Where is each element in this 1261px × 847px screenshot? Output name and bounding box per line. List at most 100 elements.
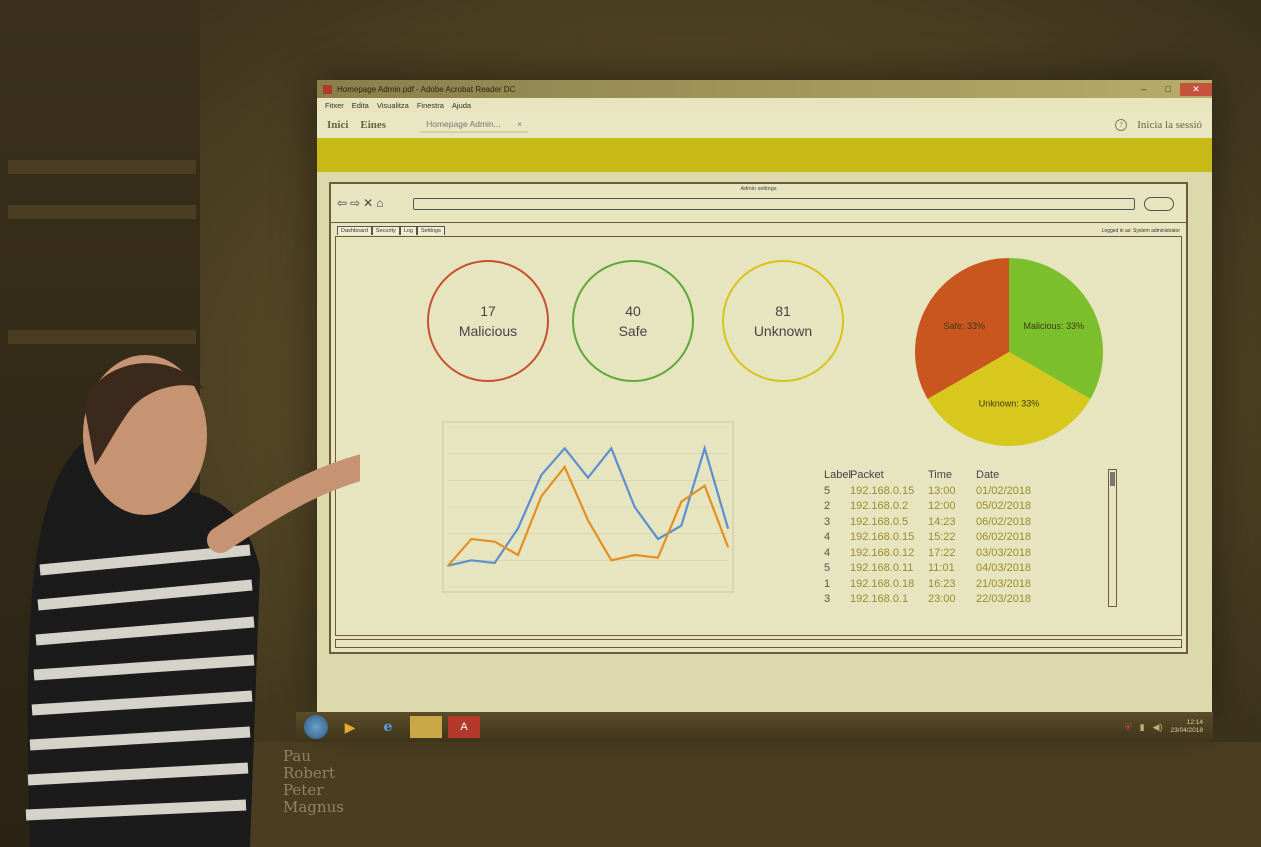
shelf bbox=[8, 160, 196, 174]
column-header: Time bbox=[928, 469, 953, 481]
table-cell: 192.168.0.15 bbox=[850, 484, 915, 497]
logged-in-label: Logged in as: System administrator bbox=[1101, 228, 1180, 234]
table-cell: 3 bbox=[824, 593, 831, 605]
pie-slice-label: Safe: 33% bbox=[943, 321, 985, 331]
stat-safe: 40 Safe bbox=[572, 260, 694, 382]
ie-icon[interactable]: e bbox=[372, 716, 404, 738]
clock-date: 23/04/2018 bbox=[1170, 727, 1203, 734]
wireframe-tab-dashboard: Dashboard bbox=[337, 226, 372, 235]
scrollbar-thumb[interactable] bbox=[1110, 472, 1115, 486]
table-cell: 192.168.0.18 bbox=[850, 577, 915, 590]
wireframe-tabs: Dashboard Security Log Settings bbox=[337, 226, 445, 235]
table-cell: 192.168.0.15 bbox=[850, 531, 915, 543]
maximize-button[interactable]: □ bbox=[1156, 83, 1180, 96]
folder-icon[interactable] bbox=[410, 716, 442, 738]
pie-chart: Malicious: 33% Unknown: 33% Safe: 33% bbox=[915, 258, 1103, 446]
table-row: 5 192.168.0.15 13:00 01/02/2018 bbox=[824, 484, 1056, 500]
table-row: 1 192.168.0.18 16:23 21/03/2018 bbox=[824, 577, 1056, 593]
stat-malicious: 17 Malicious bbox=[427, 260, 549, 382]
clock-time: 12:14 bbox=[1186, 719, 1203, 726]
menu-item-fitxer[interactable]: Fitxer bbox=[325, 101, 344, 110]
wireframe-title: Admin settings bbox=[740, 186, 777, 192]
data-point bbox=[493, 562, 496, 564]
table-cell: 15:22 bbox=[928, 531, 956, 543]
acrobat-icon[interactable]: A bbox=[448, 716, 480, 738]
forward-icon: ⇨ bbox=[350, 196, 361, 210]
table-row: 3 192.168.0.5 14:23 06/02/2018 bbox=[824, 515, 1056, 531]
stat-label: Unknown bbox=[753, 323, 813, 339]
table-cell: 01/02/2018 bbox=[976, 484, 1032, 497]
menu-bar: Fitxer Edita Visualitza Finestra Ajuda bbox=[317, 98, 1212, 112]
volume-icon[interactable]: ◀) bbox=[1153, 722, 1163, 733]
data-point bbox=[633, 554, 636, 556]
data-point bbox=[517, 527, 519, 530]
wireframe-tab-log: Log bbox=[399, 226, 417, 235]
table-header: Label Packet Time Date bbox=[824, 468, 1056, 484]
menu-item-visualitza[interactable]: Visualitza bbox=[377, 101, 409, 110]
help-icon[interactable]: ? bbox=[1115, 119, 1128, 131]
wireframe-url-bar bbox=[413, 198, 1135, 210]
table-cell: 5 bbox=[824, 484, 831, 497]
stat-label: Malicious bbox=[458, 323, 518, 339]
stat-value: 17 bbox=[480, 303, 496, 319]
line-chart bbox=[442, 421, 734, 593]
data-point bbox=[563, 447, 566, 450]
pie-slice-label: Malicious: 33% bbox=[1024, 321, 1085, 331]
table-cell: 4 bbox=[824, 531, 831, 543]
pdf-banner bbox=[317, 138, 1212, 172]
table-cell: 13:00 bbox=[928, 484, 956, 497]
table-cell: 192.168.0.5 bbox=[850, 515, 909, 528]
data-point bbox=[703, 484, 706, 487]
table-cell: 2 bbox=[824, 500, 831, 512]
data-point bbox=[727, 546, 729, 548]
data-point bbox=[470, 538, 473, 540]
app-toolbar: Inici Eines Homepage Admin... × ? Inicia… bbox=[317, 112, 1212, 138]
column-header: Packet bbox=[850, 469, 884, 481]
wireframe-tab-security: Security bbox=[371, 226, 400, 235]
data-point bbox=[563, 466, 566, 468]
presenter-person bbox=[25, 355, 360, 847]
minimize-button[interactable]: – bbox=[1132, 83, 1156, 96]
table-row: 3 192.168.0.1 23:00 22/03/2018 bbox=[824, 592, 1056, 608]
table-cell: 23:00 bbox=[928, 593, 956, 605]
signin-link[interactable]: Inicia la sessió bbox=[1137, 119, 1202, 131]
home-icon: ⌂ bbox=[376, 196, 384, 210]
clock[interactable]: 12:14 23/04/2018 bbox=[1170, 719, 1203, 735]
close-button[interactable]: ✕ bbox=[1180, 82, 1212, 96]
data-point bbox=[657, 556, 659, 559]
data-point bbox=[680, 524, 683, 527]
close-icon: ✕ bbox=[363, 196, 374, 210]
windows-taskbar: ▶ e A ⛨ ▮ ◀) 12:14 23/04/2018 bbox=[296, 712, 1213, 742]
menu-item-ajuda[interactable]: Ajuda bbox=[452, 101, 471, 110]
stat-value: 81 bbox=[775, 303, 791, 319]
window-titlebar: Homepage Admin.pdf - Adobe Acrobat Reade… bbox=[317, 80, 1212, 98]
tab-home[interactable]: Inici bbox=[327, 119, 348, 131]
document-tab[interactable]: Homepage Admin... × bbox=[420, 117, 529, 133]
table-row: 4 192.168.0.15 15:22 06/02/2018 bbox=[824, 530, 1056, 546]
table-cell: 1 bbox=[824, 577, 831, 590]
window-title: Homepage Admin.pdf - Adobe Acrobat Reade… bbox=[337, 84, 516, 94]
shield-icon[interactable]: ⛨ bbox=[1125, 722, 1132, 733]
data-point bbox=[610, 559, 613, 562]
table-cell: 05/02/2018 bbox=[976, 500, 1032, 512]
table-cell: 5 bbox=[824, 562, 831, 574]
table-cell: 04/03/2018 bbox=[976, 562, 1032, 574]
table-scrollbar[interactable] bbox=[1108, 469, 1117, 607]
menu-item-edita[interactable]: Edita bbox=[352, 101, 369, 110]
close-tab-icon[interactable]: × bbox=[517, 119, 522, 129]
tab-tools[interactable]: Eines bbox=[360, 119, 386, 131]
table-row: 4 192.168.0.12 17:22 03/03/2018 bbox=[824, 546, 1056, 562]
projected-window: Homepage Admin.pdf - Adobe Acrobat Reade… bbox=[317, 80, 1212, 720]
data-point bbox=[610, 447, 613, 450]
menu-item-finestra[interactable]: Finestra bbox=[417, 101, 444, 110]
table-cell: 11:01 bbox=[928, 562, 955, 574]
data-point bbox=[657, 538, 659, 540]
table-cell: 03/03/2018 bbox=[976, 546, 1032, 559]
network-icon[interactable]: ▮ bbox=[1140, 722, 1145, 733]
wireframe-nav-icons: ⇦ ⇨ ✕ ⌂ bbox=[337, 196, 383, 210]
document-tab-label: Homepage Admin... bbox=[426, 119, 501, 129]
pdf-page: Admin settings ⇦ ⇨ ✕ ⌂ Dashboard Securit… bbox=[317, 172, 1212, 720]
data-point bbox=[447, 564, 449, 567]
table-body: 5 192.168.0.15 13:00 01/02/2018 2 192.168.0.2… bbox=[824, 484, 1056, 608]
table-row: 2 192.168.0.2 12:00 05/02/2018 bbox=[824, 499, 1056, 515]
